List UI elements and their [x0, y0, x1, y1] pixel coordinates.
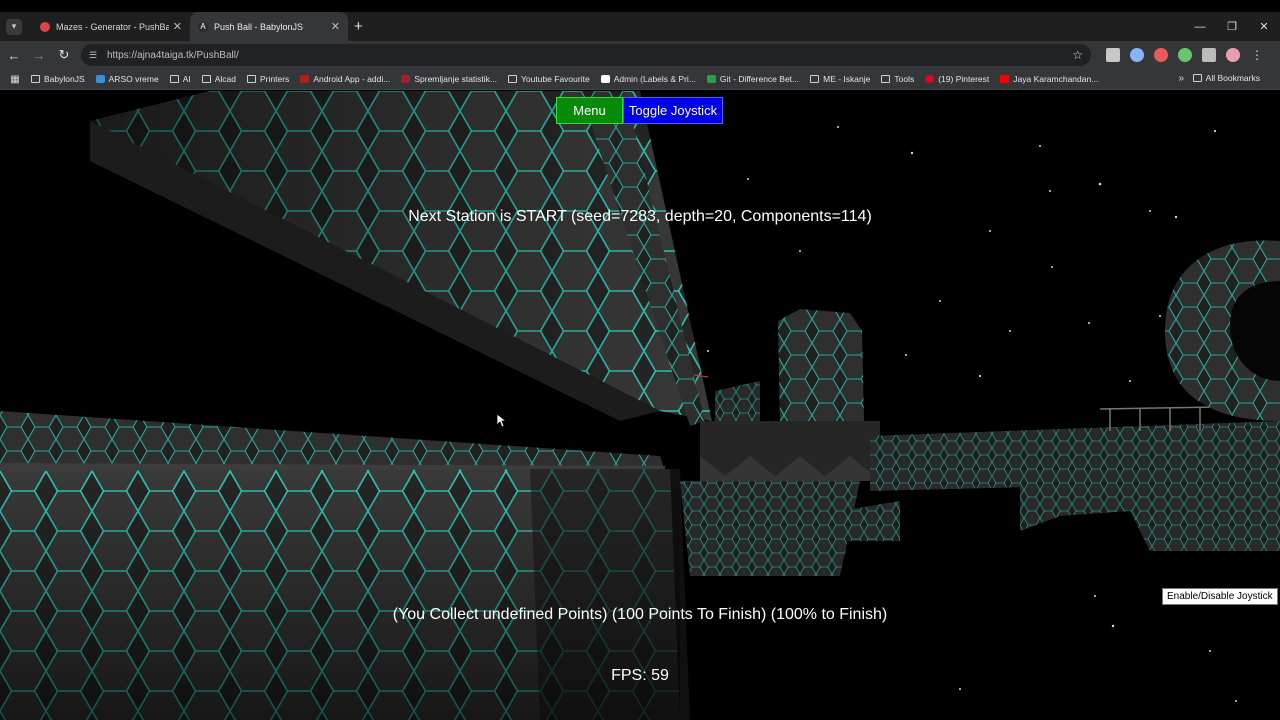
- folder-icon: [810, 75, 820, 83]
- tab-bar: ▾ Mazes - Generator - PushBall - ✕ A Pus…: [0, 12, 1280, 41]
- minimize-icon[interactable]: —: [1184, 12, 1216, 41]
- bookmark-label: AI: [182, 74, 191, 84]
- folder-icon: [169, 75, 179, 83]
- bookmark-label: Admin (Labels & Pri...: [613, 74, 696, 84]
- tab-pushball[interactable]: A Push Ball - BabylonJS ✕: [190, 12, 348, 41]
- git-icon: [706, 75, 716, 83]
- mouse-pointer-icon: [497, 414, 507, 428]
- bookmark-item[interactable]: Spremljanje statistik...: [401, 74, 497, 84]
- bookmark-item[interactable]: BabylonJS: [31, 74, 85, 84]
- bookmark-label: ARSO vreme: [108, 74, 159, 84]
- profile-avatar-icon[interactable]: [1226, 48, 1240, 62]
- close-icon[interactable]: ✕: [173, 20, 182, 33]
- close-icon[interactable]: ✕: [331, 20, 340, 33]
- extension-icons: ⋮: [1101, 48, 1269, 62]
- bookmark-item[interactable]: Printers: [247, 74, 289, 84]
- arso-icon: [95, 75, 105, 83]
- restore-icon[interactable]: ❐: [1216, 12, 1248, 41]
- bookmark-item[interactable]: Tools: [881, 74, 914, 84]
- bookmark-item[interactable]: (19) Pinterest: [925, 74, 989, 84]
- bookmark-label: Printers: [260, 74, 290, 84]
- toggle-joystick-button[interactable]: Toggle Joystick: [623, 97, 723, 124]
- menu-button[interactable]: Menu: [556, 97, 623, 124]
- bookmark-label: Youtube Favourite: [521, 74, 590, 84]
- extension-icon[interactable]: [1106, 48, 1120, 62]
- bookmark-label: Spremljanje statistik...: [414, 74, 498, 84]
- apps-grid-icon[interactable]: ▦: [9, 73, 21, 85]
- game-scene: [0, 91, 1280, 720]
- bookmark-item[interactable]: ME - Iskanje: [810, 74, 870, 84]
- window-close-icon[interactable]: ✕: [1248, 12, 1280, 41]
- bookmark-item[interactable]: ARSO vreme: [95, 74, 159, 84]
- folder-icon: [201, 75, 211, 83]
- game-button-row: Menu Toggle Joystick: [556, 97, 723, 124]
- bookmark-label: BabylonJS: [44, 74, 85, 84]
- app-icon: [401, 75, 411, 83]
- extension-icon[interactable]: [1178, 48, 1192, 62]
- bookmark-label: ME - Iskanje: [823, 74, 871, 84]
- browser-toolbar: ← → ↻ ☰ https://ajna4taiga.tk/PushBall/ …: [0, 41, 1280, 69]
- bookmark-label: Jaya Karamchandan...: [1013, 74, 1099, 84]
- folder-icon: [881, 75, 891, 83]
- bookmark-item[interactable]: Jaya Karamchandan...: [1000, 74, 1098, 84]
- folder-icon: [1192, 74, 1202, 82]
- tab-search-button[interactable]: ▾: [6, 18, 22, 35]
- bookmark-item[interactable]: Android App - addi...: [300, 74, 390, 84]
- fps-counter: FPS: 59: [611, 667, 669, 684]
- more-bookmarks-chevron-icon[interactable]: »: [1178, 73, 1184, 84]
- bookmark-item[interactable]: Git - Difference Bet...: [706, 74, 800, 84]
- site-info-icon[interactable]: ☰: [89, 50, 101, 61]
- bookmark-label: Alcad: [214, 74, 237, 84]
- bookmark-item[interactable]: Admin (Labels & Pri...: [600, 74, 696, 84]
- game-canvas[interactable]: Menu Toggle Joystick Next Station is STA…: [0, 91, 1280, 720]
- bookmark-label: Tools: [894, 74, 915, 84]
- extension-icon[interactable]: [1130, 48, 1144, 62]
- window-top-edge: [0, 0, 1280, 12]
- bookmark-label: Android App - addi...: [313, 74, 391, 84]
- bookmark-item[interactable]: Alcad: [201, 74, 237, 84]
- all-bookmarks-button[interactable]: All Bookmarks: [1192, 73, 1260, 83]
- bookmarks-bar: ▦ BabylonJS ARSO vreme AI Alcad Printers…: [0, 69, 1280, 90]
- window-controls: — ❐ ✕: [1184, 12, 1280, 41]
- mazes-favicon-icon: [40, 21, 50, 32]
- back-arrow-icon[interactable]: ←: [3, 44, 25, 66]
- reload-icon[interactable]: ↻: [53, 44, 75, 66]
- folder-icon: [508, 75, 518, 83]
- bookmark-item[interactable]: AI: [169, 74, 191, 84]
- bookmark-star-icon[interactable]: ☆: [1072, 48, 1083, 62]
- station-info-text: Next Station is START (seed=7283, depth=…: [408, 208, 872, 225]
- forward-arrow-icon[interactable]: →: [28, 44, 50, 66]
- bookmark-label: All Bookmarks: [1205, 73, 1260, 83]
- puzzle-extensions-icon[interactable]: [1202, 48, 1216, 62]
- joystick-tooltip: Enable/Disable Joystick: [1162, 588, 1278, 605]
- tab-title: Push Ball - BabylonJS: [214, 21, 304, 32]
- new-tab-plus-icon[interactable]: +: [354, 18, 363, 35]
- bookmark-item[interactable]: Youtube Favourite: [508, 74, 590, 84]
- bookmark-label: Git - Difference Bet...: [719, 74, 800, 84]
- folder-icon: [247, 75, 257, 83]
- tab-title: Mazes - Generator - PushBall -: [56, 21, 169, 32]
- babylonjs-favicon-icon: A: [198, 21, 208, 32]
- pinterest-icon: [925, 75, 935, 83]
- address-bar[interactable]: ☰ https://ajna4taiga.tk/PushBall/ ☆: [81, 44, 1091, 66]
- points-info-text: (You Collect undefined Points) (100 Poin…: [392, 606, 888, 623]
- youtube-icon: [1000, 75, 1010, 83]
- folder-icon: [31, 75, 40, 83]
- facebook-icon: [600, 75, 610, 83]
- app-icon: [300, 75, 310, 83]
- kebab-menu-icon[interactable]: ⋮: [1250, 48, 1264, 62]
- extension-icon[interactable]: [1154, 48, 1168, 62]
- tab-mazes[interactable]: Mazes - Generator - PushBall - ✕: [32, 12, 190, 41]
- bookmark-label: (19) Pinterest: [938, 74, 990, 84]
- url-text[interactable]: https://ajna4taiga.tk/PushBall/: [107, 50, 1072, 61]
